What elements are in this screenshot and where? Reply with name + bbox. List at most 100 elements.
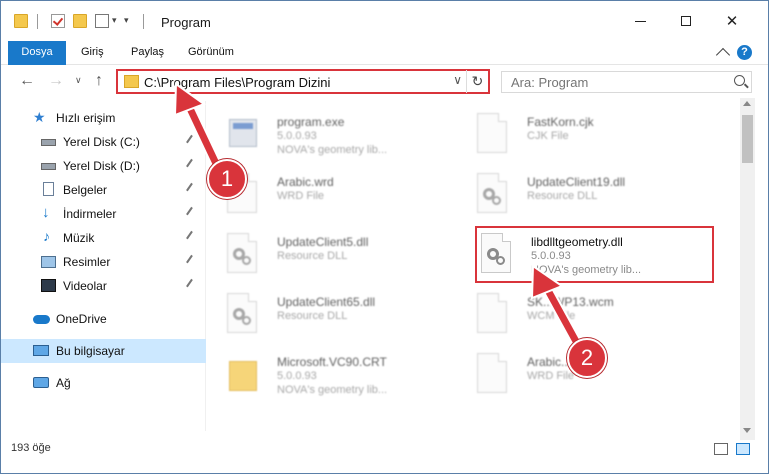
file-name: UpdateClient5.dll — [277, 235, 369, 249]
star-icon: ★ — [33, 109, 46, 125]
pin-icon[interactable] — [186, 230, 197, 243]
pin-icon[interactable] — [186, 254, 197, 267]
sidebar-item-label: Ağ — [56, 376, 71, 390]
file-tile[interactable]: Microsoft.VC90.CRT 5.0.0.93 NOVA's geome… — [207, 347, 437, 409]
file-tile[interactable]: SK...WP13.wcm WCM File — [457, 287, 687, 349]
file-name: Arabic.wrd — [277, 175, 334, 189]
pin-icon[interactable] — [186, 134, 197, 147]
file-type: CJK File — [527, 130, 569, 142]
highlight-box — [475, 226, 714, 283]
sidebar-item-music[interactable]: ♪ Müzik — [1, 226, 206, 250]
download-icon: ↓ — [42, 204, 50, 221]
navigation-bar: ← → ∨ ↑ C:\Program Files\Program Dizini … — [1, 66, 768, 98]
scroll-down-icon[interactable] — [743, 428, 751, 433]
pin-icon[interactable] — [186, 206, 197, 219]
chevron-down-icon[interactable]: ∨ — [453, 73, 462, 87]
back-arrow-icon[interactable]: ← — [19, 72, 35, 90]
up-arrow-icon[interactable]: ↑ — [95, 72, 103, 90]
help-icon[interactable]: ? — [737, 45, 752, 60]
sidebar-item-pictures[interactable]: Resimler — [1, 250, 206, 274]
sidebar-item-local-disk-c[interactable]: Yerel Disk (C:) — [1, 130, 206, 154]
customize-toolbar-icon[interactable]: ▾ — [112, 15, 117, 26]
details-view-icon[interactable] — [714, 443, 728, 455]
dll-icon — [227, 293, 259, 333]
file-tile[interactable]: FastKorn.cjk CJK File — [457, 107, 687, 169]
scroll-thumb[interactable] — [742, 115, 753, 163]
sidebar-item-downloads[interactable]: ↓ İndirmeler — [1, 202, 206, 226]
quick-access-dropdown-icon[interactable]: ▾ — [124, 15, 129, 26]
drive-icon — [41, 163, 56, 170]
close-button[interactable]: ✕ — [709, 1, 755, 41]
maximize-button[interactable] — [663, 1, 709, 41]
drive-icon — [41, 139, 56, 146]
sidebar-item-local-disk-d[interactable]: Yerel Disk (D:) — [1, 154, 206, 178]
sidebar-item-network[interactable]: Ağ — [1, 371, 206, 395]
videos-icon — [41, 279, 56, 292]
sidebar-item-label: Bu bilgisayar — [56, 344, 125, 358]
chevron-up-icon[interactable] — [715, 47, 731, 63]
recent-locations-icon[interactable]: ∨ — [75, 75, 82, 86]
sidebar-item-label: Videolar — [63, 279, 107, 293]
search-input[interactable] — [502, 72, 722, 92]
scroll-up-icon[interactable] — [743, 101, 751, 106]
search-icon — [734, 75, 745, 86]
properties-icon[interactable] — [51, 14, 65, 28]
folder-icon — [227, 353, 259, 393]
minimize-button[interactable] — [617, 1, 663, 41]
pin-icon[interactable] — [186, 182, 197, 195]
forward-arrow-icon[interactable]: → — [48, 72, 64, 90]
file-description: NOVA's geometry lib... — [277, 384, 388, 396]
dll-icon — [227, 233, 259, 273]
pin-icon[interactable] — [186, 278, 197, 291]
dll-icon — [477, 173, 509, 213]
tiles-view-icon[interactable] — [736, 443, 750, 455]
new-folder-icon[interactable] — [73, 14, 87, 28]
divider — [143, 14, 144, 29]
file-tile[interactable]: UpdateClient65.dll Resource DLL — [207, 287, 437, 349]
sidebar-item-onedrive[interactable]: OneDrive — [1, 307, 206, 331]
file-tile[interactable]: UpdateClient5.dll Resource DLL — [207, 227, 437, 289]
vertical-scrollbar[interactable] — [740, 98, 755, 440]
sidebar-item-label: Resimler — [63, 255, 111, 269]
item-count: 193 öğe — [11, 442, 51, 454]
music-icon: ♪ — [43, 228, 50, 244]
view-icon[interactable] — [95, 14, 109, 28]
file-icon — [477, 113, 509, 153]
file-tile[interactable]: UpdateClient19.dll Resource DLL — [457, 167, 687, 229]
tab-file[interactable]: Dosya — [8, 41, 66, 65]
file-type: WCM File — [527, 310, 576, 322]
tab-view[interactable]: Görünüm — [188, 41, 234, 65]
file-version: 5.0.0.93 — [277, 130, 317, 142]
maximize-icon — [681, 16, 691, 26]
file-name: FastKorn.cjk — [527, 115, 594, 129]
sidebar-item-label: OneDrive — [56, 312, 107, 326]
network-icon — [33, 377, 49, 388]
tab-share[interactable]: Paylaş — [131, 41, 164, 65]
sidebar-item-videos[interactable]: Videolar — [1, 274, 206, 298]
computer-icon — [33, 345, 49, 356]
file-name: Arabic... — [527, 355, 572, 369]
cloud-icon — [33, 315, 50, 324]
tab-home[interactable]: Giriş — [81, 41, 104, 65]
annotation-badge-1: 1 — [207, 159, 247, 199]
address-bar[interactable]: C:\Program Files\Program Dizini ∨ ↻ — [116, 69, 490, 94]
title-bar: ▾ ▾ Program ✕ — [1, 1, 768, 41]
sidebar-item-label: İndirmeler — [63, 207, 117, 221]
file-name: UpdateClient19.dll — [527, 175, 626, 189]
file-type: Resource DLL — [277, 310, 348, 322]
sidebar-item-label: Hızlı erişim — [56, 111, 116, 125]
sidebar-item-quick-access[interactable]: ★ Hızlı erişim — [1, 106, 206, 130]
file-type: WRD File — [277, 190, 325, 202]
sidebar-item-documents[interactable]: Belgeler — [1, 178, 206, 202]
pictures-icon — [41, 256, 56, 268]
file-icon — [477, 353, 509, 393]
address-path[interactable]: C:\Program Files\Program Dizini — [144, 75, 330, 90]
file-tile[interactable]: program.exe 5.0.0.93 NOVA's geometry lib… — [207, 107, 437, 169]
sidebar-item-label: Belgeler — [63, 183, 108, 197]
search-box[interactable] — [501, 71, 752, 93]
refresh-icon[interactable]: ↻ — [466, 70, 488, 93]
pin-icon[interactable] — [186, 158, 197, 171]
sidebar-item-this-pc[interactable]: Bu bilgisayar — [1, 339, 206, 363]
window-title: Program — [161, 15, 211, 30]
divider — [37, 14, 38, 29]
